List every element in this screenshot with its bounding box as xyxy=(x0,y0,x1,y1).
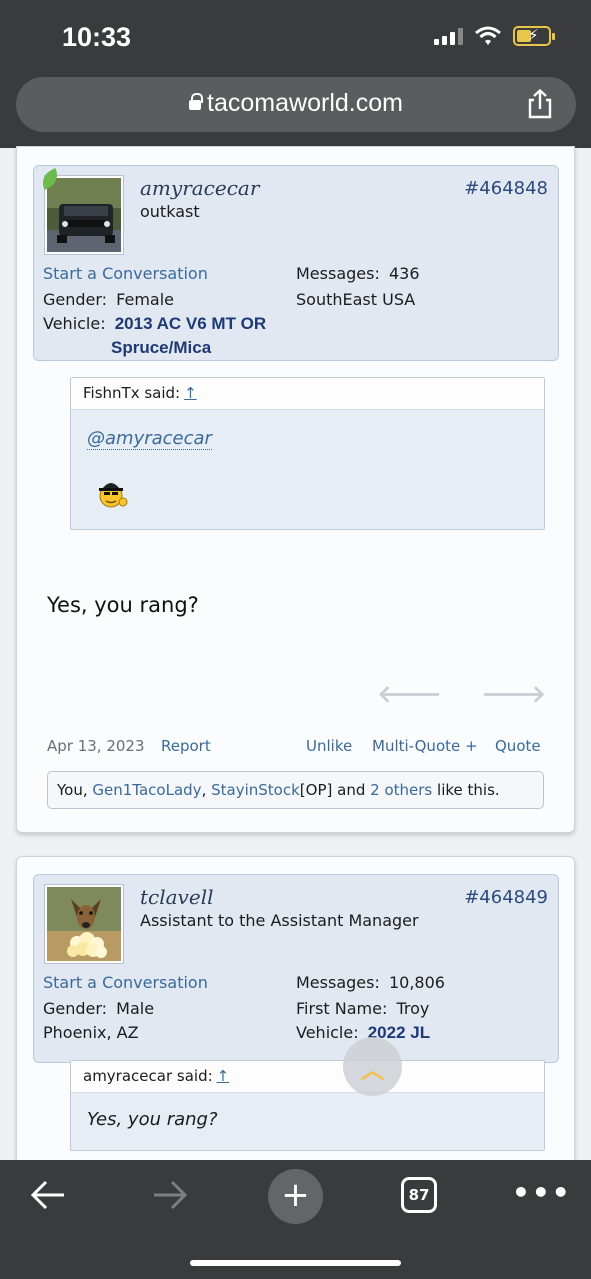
user-mention-link[interactable]: @amyracecar xyxy=(87,428,212,450)
likes-suffix: like this. xyxy=(437,781,500,799)
ninja-smiley-icon xyxy=(99,483,128,508)
location-field: Phoenix, AZ xyxy=(43,1023,139,1042)
op-badge: [OP] xyxy=(299,781,333,799)
quote-block: amyracecar said: ↑ Yes, you rang? xyxy=(70,1060,545,1151)
username[interactable]: tclavell xyxy=(140,885,214,909)
location-field: SouthEast USA xyxy=(296,290,416,309)
url-bar[interactable]: tacomaworld.com xyxy=(16,77,576,132)
quote-header: amyracecar said: ↑ xyxy=(71,1061,544,1093)
others-link[interactable]: 2 others xyxy=(370,781,432,799)
gender-label: Gender: xyxy=(43,290,108,309)
status-time: 10:33 xyxy=(62,22,132,52)
user-title: Assistant to the Assistant Manager xyxy=(140,911,419,930)
liker-link[interactable]: StayinStock xyxy=(211,781,300,799)
avatar[interactable] xyxy=(45,176,123,254)
post-nav-arrows: 🡐 🡒 xyxy=(377,679,546,708)
tabs-button[interactable]: 87 xyxy=(401,1177,437,1213)
unlike-link[interactable]: Unlike xyxy=(306,737,352,755)
post-number[interactable]: #464849 xyxy=(464,887,548,908)
likes-summary: You, Gen1TacoLady, StayinStock[OP] and 2… xyxy=(47,771,544,809)
forum-post: tclavell Assistant to the Assistant Mana… xyxy=(16,856,575,1176)
start-conversation-link[interactable]: Start a Conversation xyxy=(43,264,208,283)
url-text: tacomaworld.com xyxy=(207,89,403,117)
forward-arrow-icon[interactable] xyxy=(152,1178,188,1212)
first-name-value: Troy xyxy=(396,999,430,1018)
likes-separator: , xyxy=(201,781,207,799)
battery-icon: ⚡ xyxy=(513,26,555,46)
vehicle-field: Vehicle: 2013 AC V6 MT OR xyxy=(43,314,266,334)
quote-author: amyracecar said: xyxy=(83,1067,213,1085)
wifi-icon xyxy=(475,26,501,45)
user-title: outkast xyxy=(140,202,200,221)
start-conversation-link[interactable]: Start a Conversation xyxy=(43,973,208,992)
avatar[interactable] xyxy=(45,885,123,963)
likes-you: You, xyxy=(57,781,88,799)
deer-popcorn-avatar-image xyxy=(47,887,121,961)
browser-bottom-toolbar: + 87 ••• xyxy=(0,1160,591,1279)
first-name-field: First Name: Troy xyxy=(296,999,429,1018)
new-tab-button[interactable]: + xyxy=(268,1169,323,1224)
back-arrow-icon[interactable] xyxy=(30,1178,66,1212)
messages-value: 436 xyxy=(388,264,420,283)
plus-icon: + xyxy=(281,1175,310,1215)
username[interactable]: amyracecar xyxy=(140,176,259,200)
vehicle-label: Vehicle: xyxy=(43,314,106,333)
report-link[interactable]: Report xyxy=(161,737,211,755)
gender-value: Female xyxy=(116,290,175,309)
scroll-to-top-button[interactable]: ︿ xyxy=(343,1037,402,1096)
more-icon[interactable]: ••• xyxy=(512,1176,572,1209)
gender-value: Male xyxy=(116,999,155,1018)
gender-field: Gender: Female xyxy=(43,290,174,309)
post-number[interactable]: #464848 xyxy=(464,178,548,199)
quote-jump-link[interactable]: ↑ xyxy=(184,384,197,402)
lock-icon xyxy=(189,93,204,110)
messages-label: Messages: xyxy=(296,973,380,992)
messages-field: Messages: 10,806 xyxy=(296,973,445,992)
messages-field: Messages: 436 xyxy=(296,264,420,283)
chevron-up-icon: ︿ xyxy=(360,1056,385,1084)
post-message: Yes, you rang? xyxy=(47,593,199,617)
forum-post: amyracecar outkast #464848 Start a Conve… xyxy=(16,146,575,833)
multi-quote-link[interactable]: Multi-Quote + xyxy=(372,737,478,755)
quote-text: Yes, you rang? xyxy=(87,1109,218,1130)
post-date[interactable]: Apr 13, 2023 xyxy=(47,737,145,755)
quote-header: FishnTx said: ↑ xyxy=(71,378,544,410)
vehicle-link-line1[interactable]: 2013 AC V6 MT OR xyxy=(115,314,266,333)
user-info-panel: tclavell Assistant to the Assistant Mana… xyxy=(33,874,559,1063)
likes-and: and xyxy=(337,781,366,799)
messages-label: Messages: xyxy=(296,264,380,283)
gender-label: Gender: xyxy=(43,999,108,1018)
quote-jump-link[interactable]: ↑ xyxy=(217,1067,230,1085)
vehicle-link-line2[interactable]: Spruce/Mica xyxy=(111,338,211,358)
vehicle-label: Vehicle: xyxy=(296,1023,359,1042)
browser-top-bar: 10:33 ⚡ tacomaworld.com xyxy=(0,0,591,148)
user-info-panel: amyracecar outkast #464848 Start a Conve… xyxy=(33,165,559,361)
truck-avatar-image xyxy=(47,178,121,252)
next-arrow-icon[interactable]: 🡒 xyxy=(482,679,546,708)
first-name-label: First Name: xyxy=(296,999,388,1018)
share-icon[interactable] xyxy=(526,89,554,119)
gender-field: Gender: Male xyxy=(43,999,154,1018)
status-icons: ⚡ xyxy=(434,26,555,46)
previous-arrow-icon[interactable]: 🡐 xyxy=(377,679,441,708)
liker-link[interactable]: Gen1TacoLady xyxy=(92,781,201,799)
messages-value: 10,806 xyxy=(388,973,445,992)
cellular-signal-icon xyxy=(434,27,463,45)
home-indicator xyxy=(190,1260,401,1266)
quote-link[interactable]: Quote xyxy=(495,737,541,755)
quote-author: FishnTx said: xyxy=(83,384,181,402)
quote-block: FishnTx said: ↑ @amyracecar xyxy=(70,377,545,530)
